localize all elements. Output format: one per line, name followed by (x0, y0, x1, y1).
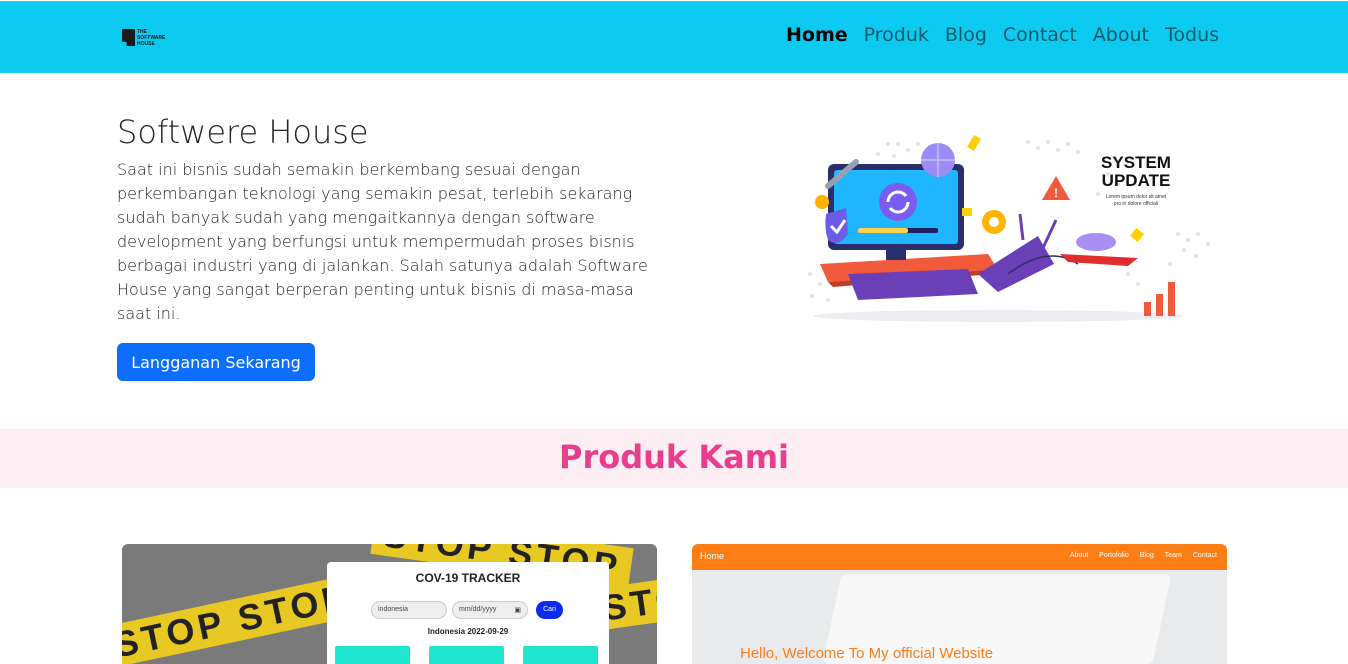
country-input[interactable]: indonesia (371, 601, 447, 619)
product-card-portfolio-site[interactable]: Home About Portofolio Blog Team Contact … (692, 544, 1227, 664)
mouse-icon (1076, 233, 1116, 251)
nav-link-home[interactable]: Home (786, 24, 848, 46)
stat-tile-2 (429, 646, 504, 664)
nav-link-todus[interactable]: Todus (1165, 24, 1219, 46)
nav-links: Home Produk Blog Contact About Todus (786, 24, 1219, 46)
svg-text:!: ! (1054, 186, 1058, 200)
nav-link-contact[interactable]: Contact (1003, 24, 1077, 46)
logo-mark-icon (122, 29, 135, 46)
tracker-result-label: Indonesia 2022-09-29 (427, 627, 509, 636)
card2-nav-contact[interactable]: Contact (1193, 552, 1217, 559)
system-update-illustration: ! SYSTEM UPDATE Lorem ipsum dolor sit am… (808, 134, 1210, 322)
card2-welcome-text: Hello, Welcome To My official Website (740, 645, 994, 662)
calendar-icon: ▣ (514, 607, 521, 614)
stat-tile-3 (523, 646, 598, 664)
illustration-caption-2: pro in dolore officiali (1114, 201, 1158, 207)
logo-text: THE SOFTWARE HOUSE (137, 29, 166, 47)
tracker-title: COV-19 TRACKER (415, 571, 521, 585)
navbar: THE SOFTWARE HOUSE Home Produk Blog Cont… (0, 1, 1348, 73)
shield-check-icon (825, 208, 848, 243)
product-card-covid-tracker[interactable]: STOP STOP STOP STOP STOP COV-19 TRACKER … (122, 544, 657, 664)
stat-tile-1 (335, 646, 410, 664)
illustration-caption-1: Lorem ipsum dolor sit amet (1106, 194, 1167, 200)
card2-nav-links: About Portofolio Blog Team Contact (1070, 552, 1217, 559)
card2-nav-team[interactable]: Team (1165, 552, 1182, 559)
card2-nav-home[interactable]: Home (700, 551, 724, 561)
card2-nav-blog[interactable]: Blog (1140, 552, 1154, 559)
nav-link-blog[interactable]: Blog (945, 24, 987, 46)
gear-icon (815, 195, 829, 209)
nav-link-about[interactable]: About (1093, 24, 1149, 46)
card2-nav-about[interactable]: About (1070, 552, 1088, 559)
hero-description: Saat ini bisnis sudah semakin berkembang… (117, 160, 648, 323)
keyboard-icon (848, 269, 978, 300)
card2-nav-portofolio[interactable]: Portofolio (1099, 552, 1129, 559)
subscribe-button[interactable]: Langganan Sekarang (117, 343, 315, 381)
search-button[interactable]: Cari (536, 601, 563, 619)
illustration-heading-2: UPDATE (1102, 171, 1171, 190)
card2-navbar: Home About Portofolio Blog Team Contact (692, 544, 1227, 570)
hero-title: Softwere House (117, 113, 369, 151)
illustration-heading-1: SYSTEM (1101, 153, 1171, 172)
products-title: Produk Kami (558, 438, 790, 476)
brand-logo[interactable]: THE SOFTWARE HOUSE (122, 28, 168, 48)
covid-tracker-panel: COV-19 TRACKER indonesia mm/dd/yyyy ▣ Car… (327, 562, 609, 664)
nav-link-produk[interactable]: Produk (864, 24, 929, 46)
bar-chart-icon (1168, 282, 1175, 316)
date-input[interactable]: mm/dd/yyyy ▣ (452, 601, 528, 619)
